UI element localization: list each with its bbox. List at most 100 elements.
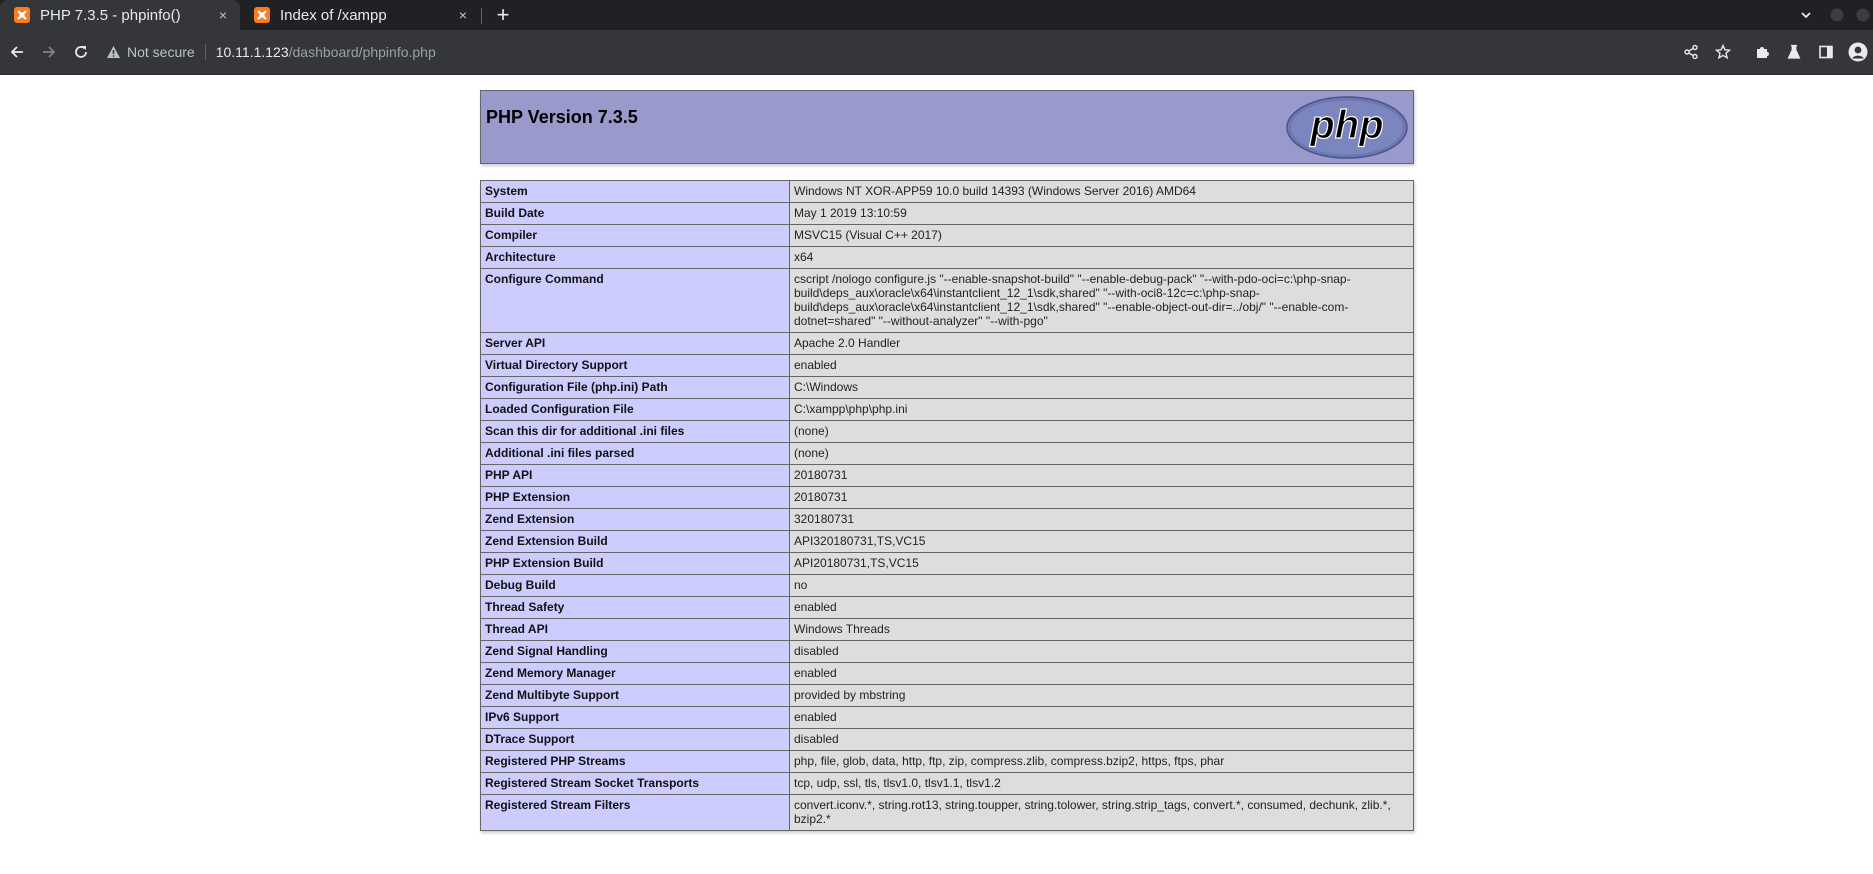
row-label: Debug Build [480, 574, 790, 597]
table-row: Zend Multibyte Support provided by mbstri… [480, 684, 1414, 707]
security-status-label[interactable]: Not secure [127, 44, 195, 60]
table-row: PHP API 20180731 [480, 464, 1414, 487]
phpinfo-table: System Windows NT XOR-APP59 10.0 build 14… [480, 180, 1414, 831]
row-value: enabled [789, 706, 1414, 729]
php-logo[interactable]: php [1286, 96, 1408, 164]
warning-triangle-icon[interactable] [106, 45, 121, 59]
row-value: tcp, udp, ssl, tls, tlsv1.0, tlsv1.1, tl… [789, 772, 1414, 795]
row-label: Zend Signal Handling [480, 640, 790, 663]
close-tab-icon[interactable]: × [452, 7, 474, 23]
tab-strip: PHP 7.3.5 - phpinfo() × Index of /xampp … [0, 0, 1873, 30]
row-label: DTrace Support [480, 728, 790, 751]
table-row: Virtual Directory Support enabled [480, 354, 1414, 377]
row-value: May 1 2019 13:10:59 [789, 202, 1414, 225]
xampp-favicon-icon [254, 7, 270, 23]
browser-toolbar: Not secure 10.11.1.123/dashboard/phpinfo… [0, 30, 1873, 75]
row-label: Zend Extension [480, 508, 790, 531]
row-label: Registered Stream Socket Transports [480, 772, 790, 795]
minimize-window-icon[interactable] [1827, 5, 1847, 25]
table-row: Configure Command cscript /nologo configu… [480, 268, 1414, 333]
row-value: disabled [789, 640, 1414, 663]
row-value: (none) [789, 420, 1414, 443]
row-value: 20180731 [789, 486, 1414, 509]
row-value: C:\Windows [789, 376, 1414, 399]
table-row: Build Date May 1 2019 13:10:59 [480, 202, 1414, 225]
row-value: API320180731,TS,VC15 [789, 530, 1414, 553]
row-value: Windows NT XOR-APP59 10.0 build 14393 (W… [789, 180, 1414, 203]
row-label: Zend Memory Manager [480, 662, 790, 685]
table-row: Zend Signal Handling disabled [480, 640, 1414, 663]
row-label: PHP Extension [480, 486, 790, 509]
close-window-icon[interactable] [1853, 5, 1873, 25]
omnibox-divider [204, 44, 206, 60]
tab-search-chevron-icon[interactable] [1796, 5, 1816, 25]
tab-title: PHP 7.3.5 - phpinfo() [40, 6, 181, 24]
row-label: Additional .ini files parsed [480, 442, 790, 465]
profile-avatar-icon[interactable] [1847, 41, 1869, 63]
table-row: Registered Stream Socket Transports tcp, … [480, 772, 1414, 795]
php-version-title: PHP Version 7.3.5 [486, 107, 638, 127]
table-row: Configuration File (php.ini) Path C:\Wind… [480, 376, 1414, 399]
row-value: API20180731,TS,VC15 [789, 552, 1414, 575]
back-arrow-icon[interactable] [6, 41, 28, 63]
table-row: Loaded Configuration File C:\xampp\php\ph… [480, 398, 1414, 421]
row-value: (none) [789, 442, 1414, 465]
table-row: Zend Extension 320180731 [480, 508, 1414, 531]
tab-separator [481, 8, 482, 24]
phpinfo-header: PHP Version 7.3.5 php [480, 90, 1414, 164]
row-label: Compiler [480, 224, 790, 247]
table-row: Zend Memory Manager enabled [480, 662, 1414, 685]
address-bar[interactable]: Not secure 10.11.1.123/dashboard/phpinfo… [106, 35, 1756, 69]
row-value: enabled [789, 662, 1414, 685]
row-label: PHP Extension Build [480, 552, 790, 575]
row-value: php, file, glob, data, http, ftp, zip, c… [789, 750, 1414, 773]
table-row: Zend Extension Build API320180731,TS,VC15 [480, 530, 1414, 553]
row-value: enabled [789, 596, 1414, 619]
row-label: IPv6 Support [480, 706, 790, 729]
table-row: Scan this dir for additional .ini files(… [480, 420, 1414, 443]
row-value: 20180731 [789, 464, 1414, 487]
flask-icon[interactable] [1783, 41, 1805, 63]
tab-phpinfo[interactable]: PHP 7.3.5 - phpinfo() × [0, 0, 240, 30]
row-value: x64 [789, 246, 1414, 269]
tab-title: Index of /xampp [280, 6, 387, 24]
forward-arrow-icon[interactable] [38, 41, 60, 63]
table-row: Architecture x64 [480, 246, 1414, 269]
new-tab-button[interactable]: + [490, 2, 516, 28]
url-path[interactable]: /dashboard/phpinfo.php [289, 44, 436, 60]
row-value: cscript /nologo configure.js "--enable-s… [789, 268, 1414, 333]
row-label: Configuration File (php.ini) Path [480, 376, 790, 399]
table-row: Additional .ini files parsed (none) [480, 442, 1414, 465]
url-host[interactable]: 10.11.1.123 [216, 44, 289, 60]
table-row: System Windows NT XOR-APP59 10.0 build 14… [480, 180, 1414, 203]
row-value: Windows Threads [789, 618, 1414, 641]
row-value: C:\xampp\php\php.ini [789, 398, 1414, 421]
row-label: Registered Stream Filters [480, 794, 790, 831]
tab-xampp-index[interactable]: Index of /xampp × [240, 0, 480, 30]
table-row: IPv6 Support enabled [480, 706, 1414, 729]
row-label: Virtual Directory Support [480, 354, 790, 377]
share-icon[interactable] [1680, 41, 1702, 63]
row-label: Server API [480, 332, 790, 355]
row-label: Thread Safety [480, 596, 790, 619]
row-label: Zend Extension Build [480, 530, 790, 553]
row-label: PHP API [480, 464, 790, 487]
side-panel-icon[interactable] [1815, 41, 1837, 63]
row-value: convert.iconv.*, string.rot13, string.to… [789, 794, 1414, 831]
row-value: enabled [789, 354, 1414, 377]
row-value: no [789, 574, 1414, 597]
table-row: Thread Safety enabled [480, 596, 1414, 619]
php-logo-text: php [1309, 103, 1383, 147]
row-label: Configure Command [480, 268, 790, 333]
row-value: Apache 2.0 Handler [789, 332, 1414, 355]
close-tab-icon[interactable]: × [212, 7, 234, 23]
table-row: PHP Extension Build API20180731,TS,VC15 [480, 552, 1414, 575]
star-icon[interactable] [1712, 41, 1734, 63]
puzzle-icon[interactable] [1751, 41, 1773, 63]
row-value: 320180731 [789, 508, 1414, 531]
row-label: System [480, 180, 790, 203]
reload-icon[interactable] [70, 41, 92, 63]
row-label: Thread API [480, 618, 790, 641]
row-label: Architecture [480, 246, 790, 269]
row-label: Registered PHP Streams [480, 750, 790, 773]
